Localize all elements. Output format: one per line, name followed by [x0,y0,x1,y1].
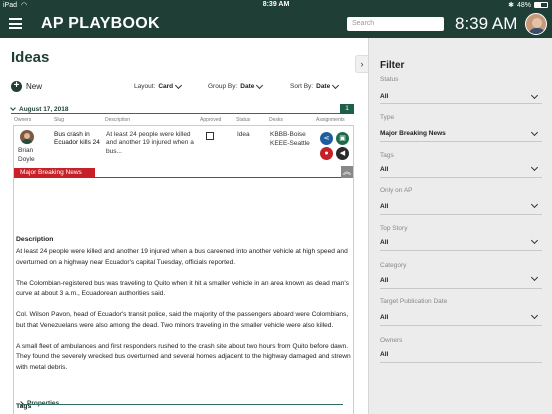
filter-only-on-ap-select[interactable]: All [380,203,540,210]
chevron-down-icon [10,104,16,111]
filter-label: Top Story [380,225,408,232]
new-button[interactable]: + New [11,81,42,92]
category-divider [14,177,341,178]
filter-label: Target Publication Date [380,298,448,305]
desk-item: KEEE-Seattle [270,139,310,147]
new-label: New [26,82,43,91]
col-owners: Owners [14,117,32,123]
ios-status-bar: iPad ◠ 8:39 AM ✱ 48% [0,0,552,11]
filter-divider [380,250,542,251]
ideas-main: Ideas › + New Layout: Card Group By: Dat… [0,38,368,414]
filter-divider [380,141,542,142]
group-divider [11,113,354,114]
battery-icon [534,2,548,8]
collapse-filter-button[interactable]: › [355,55,368,73]
header-clock: 8:39 AM [455,14,518,33]
status-right: ✱ 48% [508,1,548,9]
filter-type-select[interactable]: Major Breaking News [380,130,540,137]
filter-top-story-select[interactable]: All [380,239,540,246]
col-status: Status [236,117,251,123]
filter-label: Owners [380,337,403,344]
filter-divider [380,214,542,215]
group-count-badge: 1 [340,104,354,114]
desks-list: KBBB-Boise KEEE-Seattle [270,131,310,148]
filter-divider [380,103,542,104]
filter-divider [380,362,542,363]
share-icon[interactable]: ⋖ [320,132,333,145]
filter-status-select[interactable]: All [380,93,540,100]
description-paragraph: At least 24 people were killed and anoth… [16,248,348,266]
idea-status: Idea [237,131,250,138]
owner-name: Brian Doyle [18,147,35,163]
sortby-select[interactable]: Sort By: Date [290,81,340,90]
col-description: Description [105,117,131,123]
menu-icon[interactable] [9,18,22,29]
filter-panel: Filter Status All Type Major Breaking Ne… [368,38,552,414]
chevron-down-icon [256,81,264,89]
col-slug: Slug [54,117,65,123]
idea-description-preview: At least 24 people were killed and anoth… [106,131,194,155]
plus-icon: + [11,81,22,92]
app-header: AP PLAYBOOK Search 8:39 AM [0,11,552,38]
chevron-down-icon [175,81,183,89]
filter-label: Status [380,76,399,83]
page-title: Ideas [11,49,50,66]
description-paragraph: The Colombian-registered bus was traveli… [16,279,349,298]
video-icon[interactable]: ● [320,147,333,160]
column-headers: Owners Slug Description Approved Status … [14,117,354,125]
status-time: 8:39 AM [262,1,290,8]
description-paragraph: Col. Wilson Pavon, head of Ecuador's tra… [16,311,349,329]
filter-label: Type [380,114,395,121]
description-label: Description [16,236,54,243]
battery-percent: 48% [516,1,531,9]
groupby-select[interactable]: Group By: Date [208,81,264,90]
approved-checkbox[interactable] [206,132,214,140]
filter-label: Tags [380,152,394,159]
group-date: August 17, 2018 [19,105,69,113]
col-assignments: Assignments [316,117,345,123]
layout-select[interactable]: Layout: Card [134,81,183,90]
desk-item: KBBB-Boise [270,131,306,138]
filter-target-date-select[interactable]: All [380,314,540,321]
search-input[interactable]: Search [347,17,444,31]
audio-icon[interactable]: ◀ [336,147,349,160]
assignment-icons: ⋖ ▣ ● ◀ [319,132,351,160]
app-brand: AP PLAYBOOK [41,15,160,32]
filter-label: Only on AP [380,187,413,194]
collapse-card-button[interactable]: ︽ [341,166,353,178]
filter-divider [380,325,542,326]
filter-tags-select[interactable]: All [380,166,540,173]
filter-owners-select[interactable]: All [380,351,540,358]
owner-avatar [20,130,34,144]
user-avatar[interactable] [525,13,547,35]
filter-divider [380,288,542,289]
filter-title: Filter [380,60,405,71]
chevron-down-icon [332,81,340,89]
filter-divider [380,177,542,178]
properties-divider [20,404,343,405]
idea-card[interactable]: Brian Doyle Bus crash in Ecuador kills 2… [13,125,354,414]
filter-label: Category [380,262,407,269]
filter-category-select[interactable]: All [380,277,540,284]
col-approved: Approved [200,117,222,123]
photo-icon[interactable]: ▣ [336,132,349,145]
description-body: At least 24 people were killed and anoth… [16,247,351,384]
bluetooth-icon: ✱ [508,2,514,9]
idea-slug[interactable]: Bus crash in Ecuador kills 24 [54,131,106,148]
description-paragraph: A small fleet of ambulances and first re… [16,342,351,371]
col-desks: Desks [269,117,283,123]
